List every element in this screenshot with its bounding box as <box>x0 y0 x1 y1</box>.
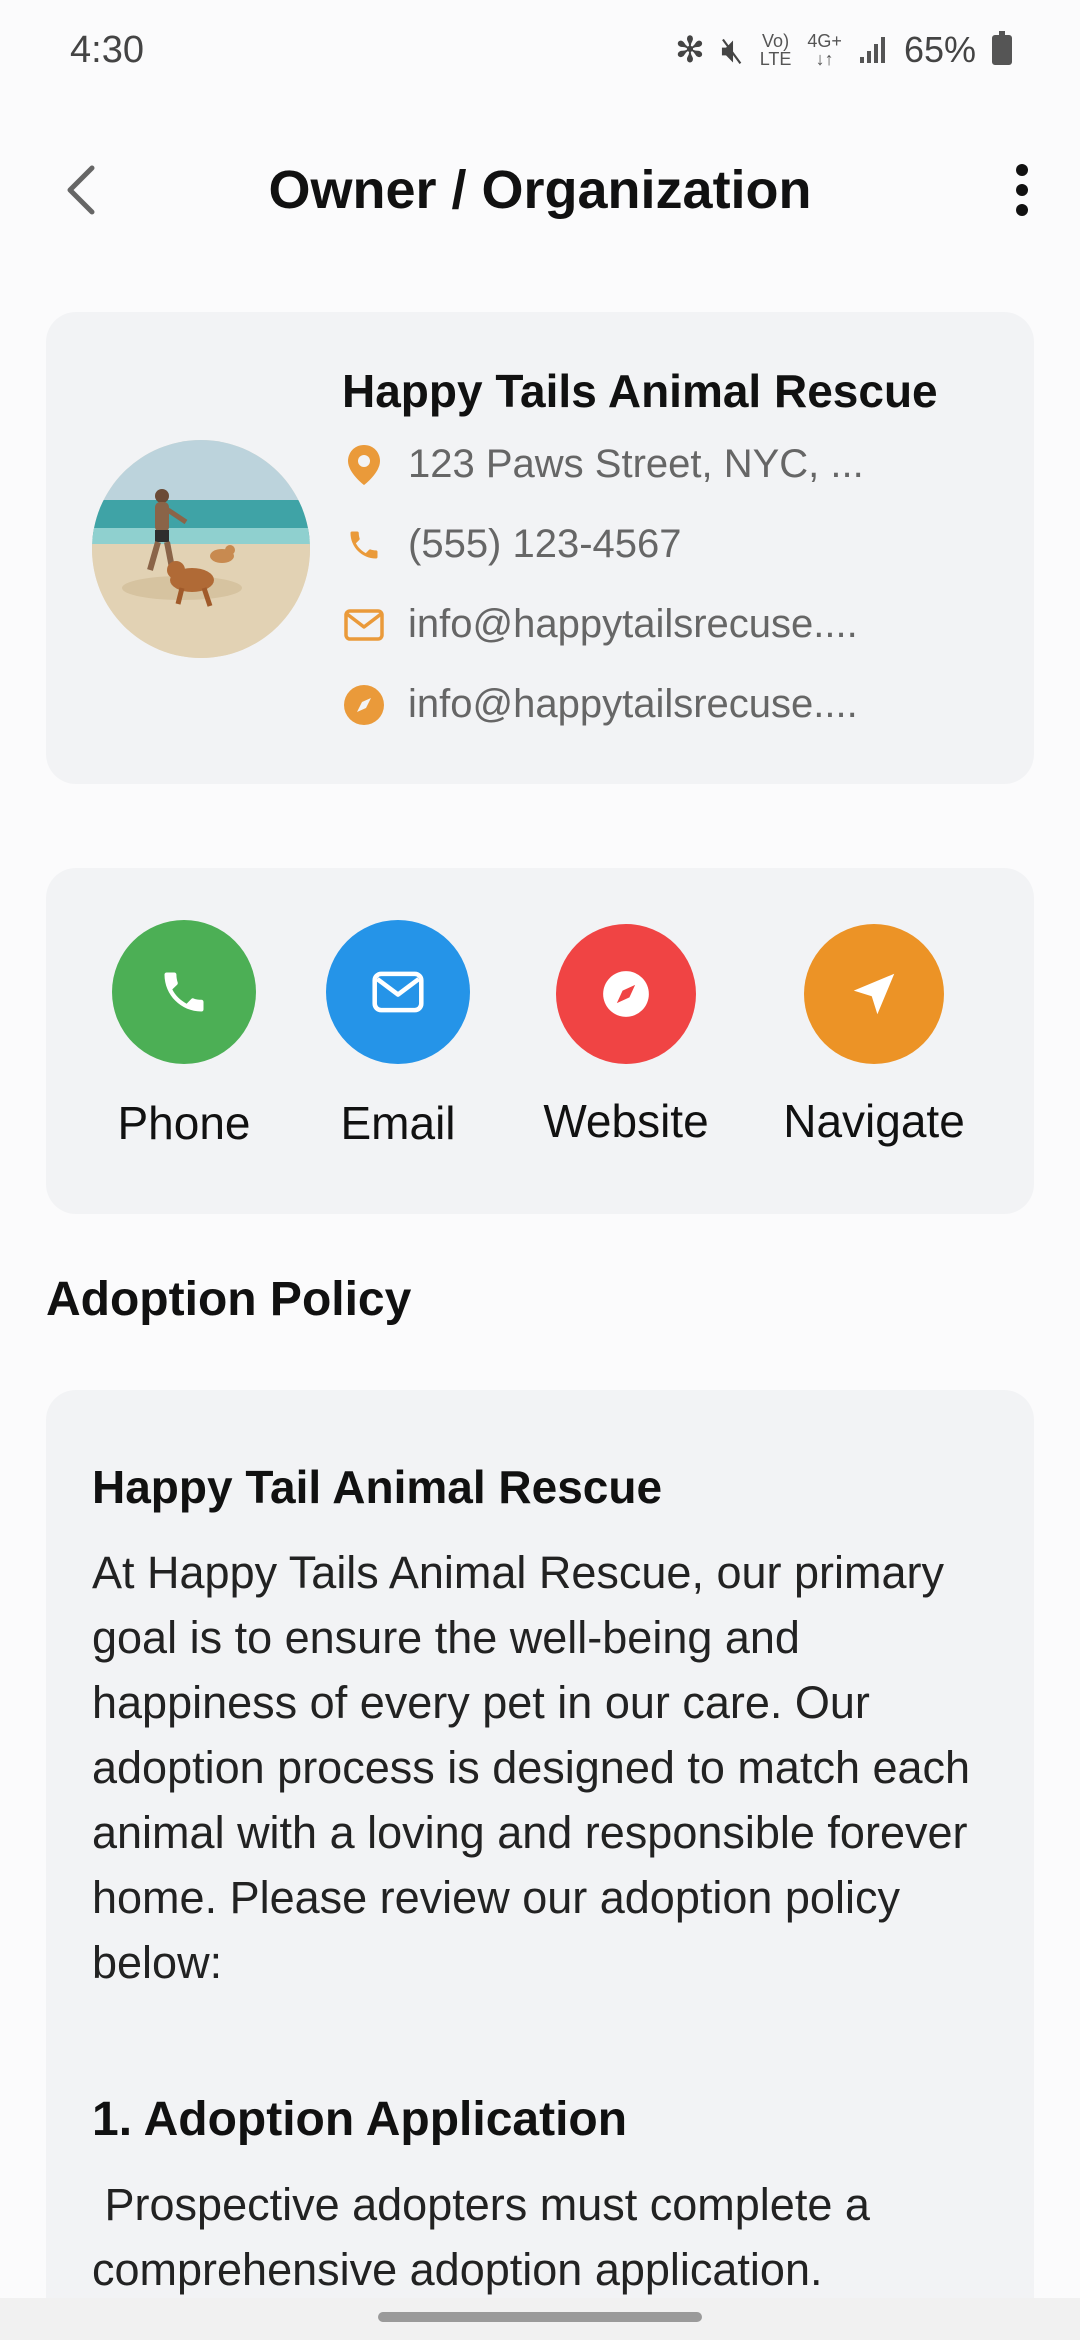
owner-card: Happy Tails Animal Rescue 123 Paws Stree… <box>46 312 1034 784</box>
adoption-policy-section-title: Adoption Policy <box>46 1273 412 1326</box>
phone-action-circle[interactable] <box>112 920 256 1064</box>
home-indicator[interactable] <box>378 2312 702 2322</box>
policy-subheading: 1. Adoption Application <box>92 2093 628 2146</box>
phone-row[interactable]: (555) 123-4567 <box>342 522 682 567</box>
app-bar: Owner / Organization <box>0 130 1080 250</box>
address-row[interactable]: 123 Paws Street, NYC, ... <box>342 442 864 487</box>
website-action-button[interactable]: Website <box>526 924 726 1148</box>
email-row[interactable]: info@happytailsrecuse.... <box>342 602 858 647</box>
website-action-label: Website <box>543 1095 709 1147</box>
compass-icon <box>342 683 386 727</box>
policy-heading: Happy Tail Animal Rescue <box>92 1461 663 1513</box>
owner-email: info@happytailsrecuse.... <box>408 602 858 646</box>
status-icons: ✻ 🔇︎ Vo) LTE 4G+ ↓↑ 65% <box>675 29 1012 72</box>
mute-icon: 🔇︎ <box>721 28 744 70</box>
phone-icon <box>342 523 386 567</box>
location-pin-icon <box>342 443 386 487</box>
volte-indicator: Vo) LTE <box>759 31 792 69</box>
policy-sub-body: Prospective adopters must complete a com… <box>92 2179 883 2295</box>
status-bar: 4:30 ✻ 🔇︎ Vo) LTE 4G+ ↓↑ 65% <box>0 0 1080 100</box>
battery-icon <box>992 31 1012 65</box>
battery-percent: 65% <box>903 29 976 70</box>
email-action-button[interactable]: Email <box>298 920 498 1150</box>
more-options-icon[interactable] <box>1000 160 1044 220</box>
navigate-action-button[interactable]: Navigate <box>774 924 974 1148</box>
bluetooth-icon: ✻ <box>674 29 706 70</box>
owner-website: info@happytailsrecuse.... <box>408 682 858 726</box>
website-action-circle[interactable] <box>556 924 696 1064</box>
phone-action-button[interactable]: Phone <box>84 920 284 1150</box>
owner-phone: (555) 123-4567 <box>408 522 682 566</box>
mail-icon <box>372 971 424 1013</box>
beach-dog-photo <box>92 440 310 658</box>
website-row[interactable]: info@happytailsrecuse.... <box>342 682 858 727</box>
phone-icon <box>164 972 204 1012</box>
navigate-icon <box>853 973 895 1015</box>
adoption-policy-card: Happy Tail Animal Rescue At Happy Tails … <box>46 1390 1034 2340</box>
owner-avatar <box>92 440 310 658</box>
signal-icon <box>859 37 885 63</box>
email-action-label: Email <box>340 1097 456 1149</box>
owner-address: 123 Paws Street, NYC, ... <box>408 442 864 486</box>
page-title: Owner / Organization <box>268 160 812 220</box>
compass-icon <box>603 971 649 1017</box>
status-time: 4:30 <box>70 28 144 71</box>
owner-name: Happy Tails Animal Rescue <box>342 365 938 417</box>
navigate-action-label: Navigate <box>783 1095 965 1147</box>
contact-actions-card: Phone Email Website Navigate <box>46 868 1034 1214</box>
navigate-action-circle[interactable] <box>804 924 944 1064</box>
mail-icon <box>342 603 386 647</box>
email-action-circle[interactable] <box>326 920 470 1064</box>
back-arrow-icon[interactable] <box>56 160 110 220</box>
phone-action-label: Phone <box>117 1097 251 1149</box>
policy-body: At Happy Tails Animal Rescue, our primar… <box>92 1547 971 1988</box>
network-indicator: 4G+ ↓↑ <box>807 31 842 69</box>
